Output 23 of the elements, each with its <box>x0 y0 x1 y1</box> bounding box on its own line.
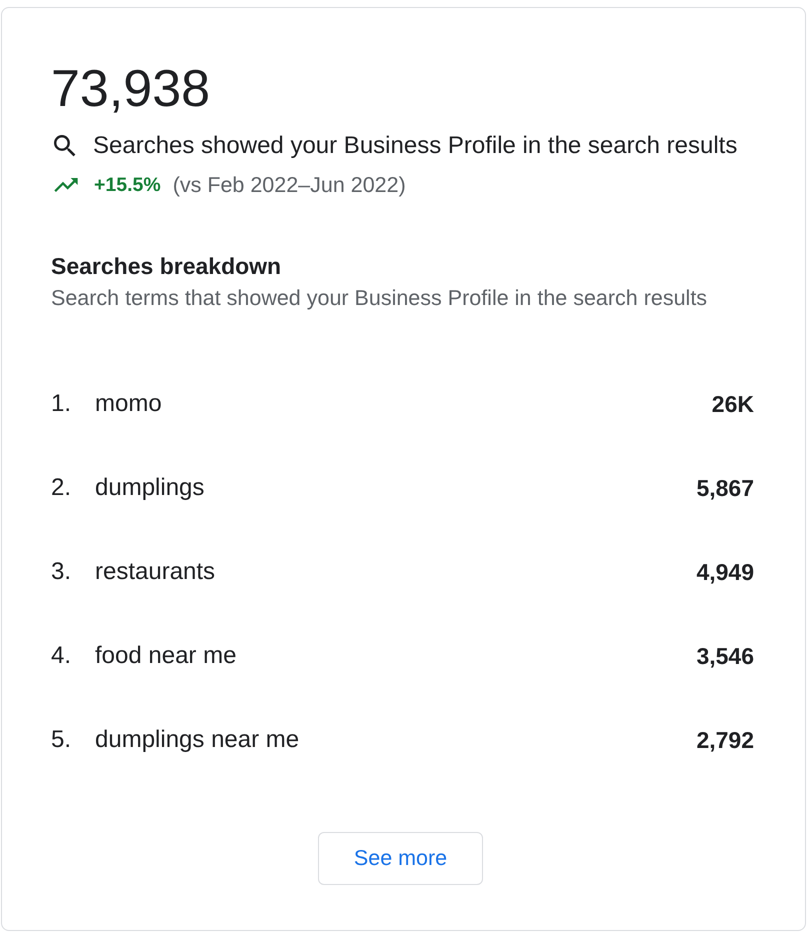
see-more-button[interactable]: See more <box>318 832 483 885</box>
rank-number: 3. <box>51 558 72 586</box>
change-percentage: +15.5% <box>94 173 161 197</box>
search-count: 2,792 <box>696 726 754 754</box>
rank-number: 4. <box>51 642 72 670</box>
search-term: dumplings near me <box>95 726 300 754</box>
comparison-period: (vs Feb 2022–Jun 2022) <box>172 173 406 197</box>
search-term: restaurants <box>95 558 216 586</box>
metric-value: 73,938 <box>51 59 210 119</box>
rank-number: 5. <box>51 726 72 754</box>
rank-number: 1. <box>51 390 72 418</box>
search-count: 4,949 <box>696 558 754 586</box>
search-count: 3,546 <box>696 642 754 670</box>
section-title: Searches breakdown <box>51 252 282 280</box>
search-term: food near me <box>95 642 238 670</box>
metric-description: Searches showed your Business Profile in the search results <box>93 132 738 160</box>
search-icon <box>54 135 76 157</box>
search-count: 26K <box>712 390 754 418</box>
section-subtitle: Search terms that showed your Business Profile in the search results <box>51 286 708 310</box>
search-term: momo <box>95 390 163 418</box>
rank-number: 2. <box>51 474 72 502</box>
search-count: 5,867 <box>696 474 754 502</box>
search-term: dumplings <box>95 474 206 502</box>
